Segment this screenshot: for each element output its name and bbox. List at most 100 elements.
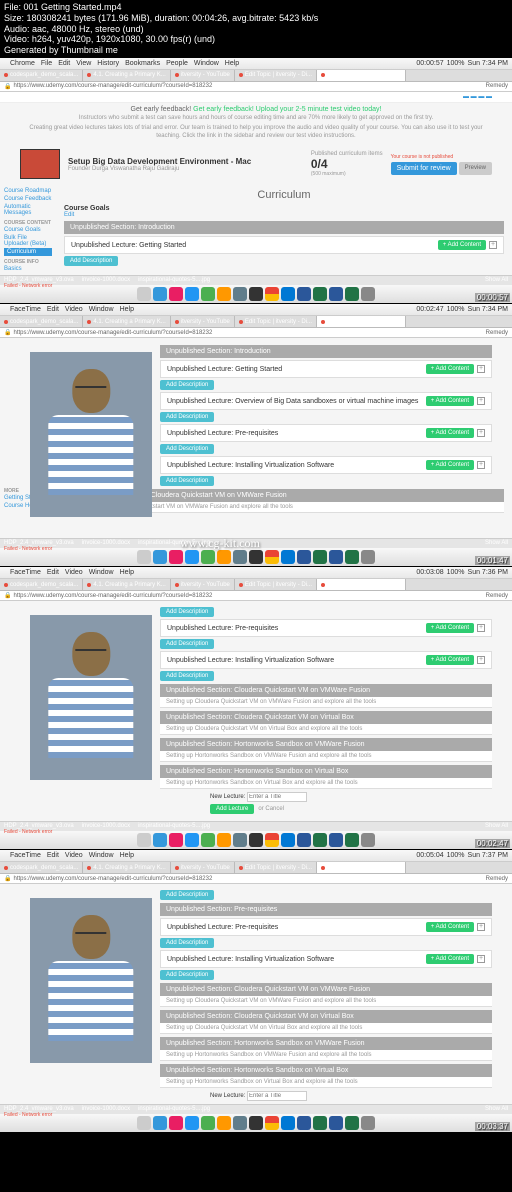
submit-button[interactable]: Submit for review — [391, 162, 457, 175]
menu-bar: Chrome File Edit View History Bookmarks … — [0, 58, 512, 70]
tab-5[interactable]: Setup Big Data Developm... — [317, 70, 406, 81]
published-max: (500 maximum) — [311, 171, 383, 177]
show-all[interactable]: Show All — [485, 277, 508, 284]
feedback-line2: Creating great video lectures takes lots… — [20, 125, 492, 141]
sidebar-curriculum[interactable]: Curriculum — [4, 248, 52, 256]
goals-label: Course Goals — [64, 205, 504, 212]
lecture-row[interactable]: Unpublished Lecture: Getting Started + A… — [160, 360, 492, 378]
lecture-getting-started[interactable]: Unpublished Lecture: Getting Started + A… — [64, 236, 504, 254]
lecture-row[interactable]: Unpublished Lecture: Installing Virtuali… — [160, 456, 492, 474]
timestamp-4: 00:03:37 — [475, 1122, 510, 1131]
lecture-row[interactable]: Unpublished Lecture: Overview of Big Dat… — [160, 392, 492, 410]
download-2[interactable]: invoice-1000.docx — [82, 277, 130, 284]
timestamp-3: 00:02:47 — [475, 839, 510, 848]
menu-edit[interactable]: Edit — [58, 60, 70, 67]
lock-icon: 🔒 — [4, 83, 11, 90]
section-intro-2: Unpublished Section: Introduction — [160, 345, 492, 358]
address-bar[interactable]: 🔒 https://www.udemy.com/course-manage/ed… — [0, 82, 512, 92]
dock-chrome[interactable] — [265, 287, 279, 301]
dock-skype[interactable] — [281, 287, 295, 301]
menu-window[interactable]: Window — [194, 60, 219, 67]
new-lecture-input[interactable] — [247, 1091, 307, 1101]
battery: 100% — [447, 60, 465, 67]
dock-itunes[interactable] — [169, 287, 183, 301]
plus-icon[interactable]: + — [489, 241, 497, 249]
frame-1: Chrome File Edit View History Bookmarks … — [0, 58, 512, 303]
sidebar-basics[interactable]: Basics — [4, 265, 52, 273]
feedback-line1: Instructors who submit a test can save h… — [20, 115, 492, 123]
dock-app1[interactable] — [217, 287, 231, 301]
dock-safari[interactable] — [153, 287, 167, 301]
add-lecture-button[interactable]: Add Lecture — [210, 804, 254, 814]
player-time: 00:00:57 — [416, 60, 443, 67]
preview-button[interactable]: Preview — [459, 162, 492, 175]
lecture-row[interactable]: Unpublished Lecture: Pre-requisites + Ad… — [160, 619, 492, 637]
download-1[interactable]: HDP_2.4_vmware_v3.ovaFailed - Network er… — [4, 277, 74, 284]
new-lecture-input[interactable] — [247, 792, 307, 802]
sidebar-roadmap[interactable]: Course Roadmap — [4, 187, 52, 195]
file-audio: Audio: aac, 48000 Hz, stereo (und) — [4, 24, 508, 35]
dock-word2[interactable] — [329, 287, 343, 301]
lecture-row[interactable]: Unpublished Lecture: Pre-requisites + Ad… — [160, 918, 492, 936]
course-thumbnail — [20, 149, 60, 179]
menu-history[interactable]: History — [97, 60, 119, 67]
dock-facetime[interactable] — [201, 287, 215, 301]
sidebar-goals[interactable]: Course Goals — [4, 226, 52, 234]
lecture-row[interactable]: Unpublished Lecture: Installing Virtuali… — [160, 651, 492, 669]
sidebar-content-head: COURSE CONTENT — [4, 220, 52, 226]
menu-help[interactable]: Help — [225, 60, 239, 67]
lecture-row[interactable]: Unpublished Lecture: Pre-requisites + Ad… — [160, 424, 492, 442]
tab-4[interactable]: Edit Topic | itversity - Di... — [235, 70, 317, 81]
dock-appstore[interactable] — [185, 287, 199, 301]
remedy-badge: Remedy — [486, 83, 508, 89]
clock: Sun 7:34 PM — [468, 60, 508, 67]
goals-edit[interactable]: Edit — [64, 212, 504, 218]
lecture-row[interactable]: Unpublished Lecture: Installing Virtuali… — [160, 950, 492, 968]
add-content-button[interactable]: + Add Content — [426, 364, 474, 374]
menu-bookmarks[interactable]: Bookmarks — [125, 60, 160, 67]
dock-excel[interactable] — [313, 287, 327, 301]
download-3[interactable]: inspirational-quotes-5....jpg — [138, 277, 210, 284]
menu-file[interactable]: File — [41, 60, 52, 67]
dock-finder[interactable] — [137, 287, 151, 301]
dock-excel2[interactable] — [345, 287, 359, 301]
downloads-bar: HDP_2.4_vmware_v3.ovaFailed - Network er… — [0, 275, 512, 285]
curriculum-title: Curriculum — [64, 189, 504, 201]
top-nav: ▬ ▬ ▬ ▬ — [0, 92, 512, 103]
sidebar: Course Roadmap Course Feedback Automatic… — [0, 185, 56, 275]
sidebar-messages[interactable]: Automatic Messages — [4, 203, 52, 217]
new-lecture-label: New Lecture: — [210, 794, 245, 800]
file-video: Video: h264, yuv420p, 1920x1080, 30.00 f… — [4, 34, 508, 45]
course-title: Setup Big Data Development Environment -… — [68, 157, 251, 166]
file-name: File: 001 Getting Started.mp4 — [4, 2, 508, 13]
sidebar-feedback[interactable]: Course Feedback — [4, 195, 52, 203]
file-size: Size: 180308241 bytes (171.96 MiB), dura… — [4, 13, 508, 24]
tab-1[interactable]: codespark_demo_scala... — [0, 70, 83, 81]
watermark: www.cg-kit.com — [180, 536, 260, 551]
sidebar-bulk[interactable]: Bulk File Uploader (Beta) — [4, 234, 52, 248]
frame-3: FaceTime Edit Video Window Help 00:03:08… — [0, 567, 512, 849]
dock-app2[interactable] — [233, 287, 247, 301]
menu-people[interactable]: People — [166, 60, 188, 67]
feedback-title: Get early feedback! Get early feedback! … — [20, 106, 492, 113]
add-description-button[interactable]: Add Description — [64, 256, 118, 266]
unpublished-msg: Your course is not published — [391, 154, 492, 160]
dock-terminal[interactable] — [249, 287, 263, 301]
cancel-link[interactable]: or Cancel — [258, 806, 284, 812]
webcam-preview — [30, 352, 152, 517]
timestamp-2: 00:01:47 — [475, 556, 510, 565]
tab-2[interactable]: 4.1. Creating a Primary K... — [83, 70, 170, 81]
dock — [0, 285, 512, 303]
section-intro: Unpublished Section: Introduction — [64, 221, 504, 234]
course-subtitle: Founder Durga Viswanatha Raju Gadiraju — [68, 166, 251, 172]
menu-view[interactable]: View — [76, 60, 91, 67]
timestamp-1: 00:00:57 — [475, 293, 510, 302]
published-ratio: 0/4 — [311, 157, 383, 171]
dock-trash[interactable] — [361, 287, 375, 301]
app-name: Chrome — [10, 60, 35, 67]
dock-word[interactable] — [297, 287, 311, 301]
add-description-button[interactable]: Add Description — [160, 380, 214, 390]
add-content-button[interactable]: + Add Content — [438, 240, 486, 250]
tab-3[interactable]: itversity - YouTube — [171, 70, 235, 81]
url: https://www.udemy.com/course-manage/edit… — [13, 83, 212, 89]
